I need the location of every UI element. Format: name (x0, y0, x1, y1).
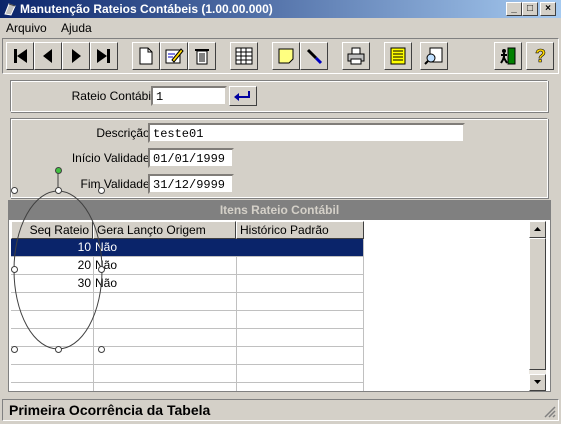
next-record-button[interactable] (62, 42, 90, 70)
title-bar: Manutenção Rateios Contábeis (1.00.00.00… (0, 0, 561, 18)
resize-handle[interactable] (55, 187, 62, 194)
list-button[interactable] (384, 42, 412, 70)
status-bar: Primeira Ocorrência da Tabela (2, 399, 559, 421)
scroll-down-button[interactable] (529, 374, 546, 391)
vertical-scrollbar[interactable] (529, 221, 546, 391)
menu-ajuda[interactable]: Ajuda (61, 21, 92, 35)
help-button[interactable]: ? (526, 42, 554, 70)
rateio-input[interactable]: 1 (151, 86, 227, 106)
resize-handle[interactable] (98, 187, 105, 194)
zoom-button[interactable] (420, 42, 448, 70)
arrow-up-icon (534, 227, 541, 231)
rateio-group: Rateio Contábil: 1 (10, 80, 548, 112)
exit-button[interactable] (494, 42, 522, 70)
search-icon (306, 48, 323, 65)
minimize-button[interactable]: _ (506, 2, 522, 16)
last-record-icon (97, 49, 110, 63)
descricao-label: Descrição: (96, 126, 153, 140)
resize-handle[interactable] (11, 266, 18, 273)
column-header-historico[interactable]: Histórico Padrão (236, 221, 364, 239)
print-icon (347, 47, 365, 65)
help-icon: ? (535, 46, 547, 66)
window-title: Manutenção Rateios Contábeis (1.00.00.00… (20, 2, 273, 16)
search-button[interactable] (300, 42, 328, 70)
app-icon (4, 3, 16, 16)
table-view-button[interactable] (230, 42, 258, 70)
menu-bar: Arquivo Ajuda (0, 18, 561, 38)
list-icon (390, 47, 406, 65)
status-text: Primeira Ocorrência da Tabela (9, 402, 211, 418)
edit-record-icon (165, 48, 184, 64)
menu-arquivo[interactable]: Arquivo (6, 21, 47, 35)
table-view-icon (235, 47, 253, 65)
rotate-handle[interactable] (55, 167, 62, 174)
scroll-up-button[interactable] (529, 221, 546, 238)
resize-handle[interactable] (98, 346, 105, 353)
note-icon (278, 48, 294, 64)
scroll-thumb[interactable] (529, 238, 546, 370)
resize-handle[interactable] (98, 266, 105, 273)
new-record-icon (139, 47, 153, 65)
print-button[interactable] (342, 42, 370, 70)
confirm-button[interactable] (229, 86, 257, 106)
svg-text:?: ? (535, 46, 546, 66)
toolbar: ? (2, 38, 559, 74)
previous-record-icon (43, 49, 52, 63)
inicio-validade-input[interactable]: 01/01/1999 (148, 148, 234, 168)
resize-handle[interactable] (55, 346, 62, 353)
fim-validade-input[interactable]: 31/12/9999 (148, 174, 234, 194)
next-record-icon (72, 49, 81, 63)
enter-arrow-icon (234, 91, 250, 101)
resize-handle[interactable] (11, 187, 18, 194)
close-button[interactable]: × (540, 2, 556, 16)
new-record-button[interactable] (132, 42, 160, 70)
resize-handle[interactable] (11, 346, 18, 353)
empty-row[interactable] (11, 365, 363, 383)
last-record-button[interactable] (90, 42, 118, 70)
first-record-icon (14, 49, 27, 63)
delete-record-button[interactable] (188, 42, 216, 70)
note-button[interactable] (272, 42, 300, 70)
edit-record-button[interactable] (160, 42, 188, 70)
rateio-label: Rateio Contábil: (71, 89, 157, 103)
delete-record-icon (195, 49, 209, 65)
previous-record-button[interactable] (34, 42, 62, 70)
resize-grip-icon[interactable] (542, 404, 556, 418)
zoom-icon (424, 47, 443, 65)
descricao-input[interactable]: teste01 (148, 123, 465, 143)
first-record-button[interactable] (6, 42, 34, 70)
exit-icon (500, 47, 516, 65)
column-divider (363, 239, 364, 391)
arrow-down-icon (534, 380, 541, 384)
maximize-button[interactable]: □ (522, 2, 538, 16)
